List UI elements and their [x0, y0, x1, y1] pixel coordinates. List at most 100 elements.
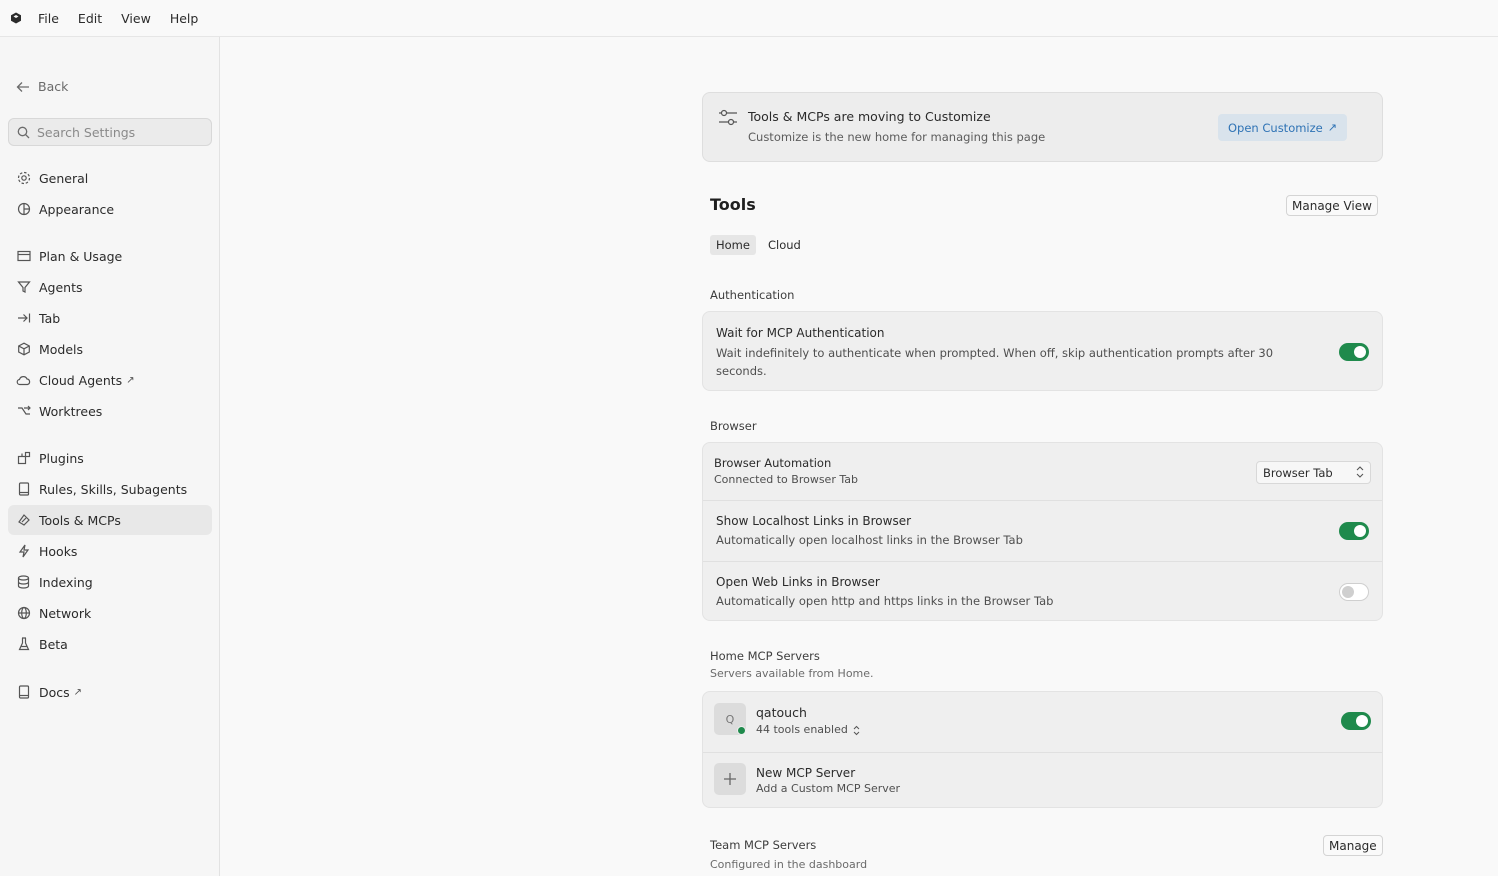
sidebar-item-docs[interactable]: Docs ↗	[8, 677, 212, 707]
open-customize-button[interactable]: Open Customize ↗	[1218, 114, 1347, 141]
mcp-server-row[interactable]: Q qatouch 44 tools enabled	[703, 692, 1382, 752]
authentication-card: Wait for MCP Authentication Wait indefin…	[702, 311, 1383, 391]
doc-icon	[16, 685, 31, 700]
sidebar-item-label: Cloud Agents	[39, 372, 123, 388]
menu-help[interactable]: Help	[170, 11, 199, 26]
book-icon	[16, 482, 31, 497]
sidebar-item-hooks[interactable]: Hooks	[8, 536, 212, 566]
scope-tabs: Home Cloud	[710, 235, 813, 255]
sidebar-item-label: Hooks	[39, 543, 78, 559]
manage-team-button[interactable]: Manage	[1323, 835, 1383, 856]
sidebar-item-models[interactable]: Models	[8, 334, 212, 364]
external-link-icon: ↗	[1327, 121, 1337, 134]
sidebar-item-plugins[interactable]: Plugins	[8, 443, 212, 473]
section-authentication: Authentication	[710, 288, 795, 302]
sidebar-item-label: Agents	[39, 279, 83, 295]
menu-file[interactable]: File	[38, 11, 59, 26]
sidebar-item-worktrees[interactable]: Worktrees	[8, 396, 212, 426]
wait-auth-desc-1: Wait indefinitely to authenticate when p…	[716, 346, 1274, 360]
sidebar-item-label: Models	[39, 341, 84, 357]
new-mcp-server-row[interactable]: New MCP Server Add a Custom MCP Server	[703, 752, 1382, 807]
web-links-row: Open Web Links in Browser Automatically …	[703, 561, 1382, 620]
localhost-links-toggle[interactable]	[1339, 522, 1369, 540]
sidebar-item-label: Tab	[39, 310, 61, 326]
funnel-icon	[16, 280, 31, 295]
settings-sidebar: Back General Appearance Plan & Usage Age…	[0, 37, 220, 876]
localhost-links-desc: Automatically open localhost links in th…	[716, 533, 1023, 547]
home-mcp-card: Q qatouch 44 tools enabled New MCP Serve…	[702, 691, 1383, 808]
sidebar-item-label: General	[39, 170, 89, 186]
server-toggle[interactable]	[1341, 712, 1371, 730]
settings-main: Tools & MCPs are moving to Customize Cus…	[221, 37, 1498, 876]
customize-banner: Tools & MCPs are moving to Customize Cus…	[702, 92, 1383, 162]
tab-home[interactable]: Home	[710, 235, 756, 255]
database-icon	[16, 575, 31, 590]
browser-automation-value: Browser Tab	[1263, 465, 1333, 480]
branch-icon	[16, 404, 31, 419]
browser-automation-desc: Connected to Browser Tab	[714, 473, 858, 486]
sidebar-item-label: Network	[39, 605, 92, 621]
sidebar-item-network[interactable]: Network	[8, 598, 212, 628]
sidebar-item-label: Indexing	[39, 574, 93, 590]
new-mcp-title: New MCP Server	[756, 766, 856, 780]
sidebar-item-label: Appearance	[39, 201, 115, 217]
web-links-title: Open Web Links in Browser	[716, 575, 880, 589]
wait-auth-toggle[interactable]	[1339, 343, 1369, 361]
back-button[interactable]: Back	[16, 79, 68, 94]
chevron-updown-icon	[853, 725, 860, 735]
menu-edit[interactable]: Edit	[78, 11, 102, 26]
sidebar-item-cloud-agents[interactable]: Cloud Agents ↗	[8, 365, 212, 395]
sidebar-item-general[interactable]: General	[8, 163, 212, 193]
sidebar-item-tools-mcps[interactable]: Tools & MCPs	[8, 505, 212, 535]
sidebar-item-beta[interactable]: Beta	[8, 629, 212, 659]
browser-automation-row: Browser Automation Connected to Browser …	[703, 443, 1382, 500]
sidebar-item-agents[interactable]: Agents	[8, 272, 212, 302]
external-link-icon: ↗	[73, 686, 83, 698]
new-mcp-desc: Add a Custom MCP Server	[756, 782, 901, 795]
browser-automation-select[interactable]: Browser Tab	[1256, 461, 1371, 484]
sidebar-item-tab[interactable]: Tab	[8, 303, 212, 333]
team-mcp-sub: Configured in the dashboard	[710, 858, 868, 871]
web-links-desc: Automatically open http and https links …	[716, 594, 1054, 608]
search-icon	[17, 126, 30, 138]
sidebar-item-label: Rules, Skills, Subagents	[39, 481, 188, 497]
sliders-icon	[718, 109, 738, 130]
sidebar-item-plan-usage[interactable]: Plan & Usage	[8, 241, 212, 271]
server-tools[interactable]: 44 tools enabled	[756, 721, 860, 739]
server-tools-label: 44 tools enabled	[756, 723, 848, 736]
search-input[interactable]	[37, 124, 207, 140]
wait-auth-desc-2: seconds.	[716, 364, 767, 378]
sidebar-item-appearance[interactable]: Appearance	[8, 194, 212, 224]
back-label: Back	[38, 79, 69, 94]
web-links-toggle[interactable]	[1339, 583, 1369, 601]
section-team-mcp: Team MCP Servers	[710, 838, 817, 852]
sidebar-item-rules[interactable]: Rules, Skills, Subagents	[8, 474, 212, 504]
open-customize-label: Open Customize	[1228, 120, 1323, 135]
cloud-icon	[16, 373, 31, 388]
tab-arrow-icon	[16, 311, 31, 326]
section-home-mcp: Home MCP Servers	[710, 649, 820, 663]
tools-icon	[16, 513, 31, 528]
sidebar-item-label: Beta	[39, 636, 68, 652]
sidebar-item-indexing[interactable]: Indexing	[8, 567, 212, 597]
sidebar-item-label: Tools & MCPs	[39, 512, 121, 528]
card-icon	[16, 249, 31, 264]
plugin-icon	[16, 451, 31, 466]
chevron-updown-icon	[1356, 465, 1364, 482]
banner-subtitle: Customize is the new home for managing t…	[748, 130, 1046, 144]
flask-icon	[16, 637, 31, 652]
page-title: Tools	[710, 195, 756, 214]
home-mcp-sub: Servers available from Home.	[710, 667, 874, 680]
wait-auth-title: Wait for MCP Authentication	[716, 326, 885, 340]
gear-icon	[16, 171, 31, 186]
menu-view[interactable]: View	[121, 11, 151, 26]
browser-automation-title: Browser Automation	[714, 456, 832, 470]
arrow-left-icon	[16, 81, 29, 92]
localhost-links-row: Show Localhost Links in Browser Automati…	[703, 500, 1382, 561]
status-dot-icon	[737, 726, 746, 735]
sidebar-item-label: Plugins	[39, 450, 84, 466]
manage-view-button[interactable]: Manage View	[1286, 195, 1378, 216]
localhost-links-title: Show Localhost Links in Browser	[716, 514, 912, 528]
tab-cloud[interactable]: Cloud	[762, 235, 807, 255]
search-box[interactable]	[8, 118, 212, 146]
